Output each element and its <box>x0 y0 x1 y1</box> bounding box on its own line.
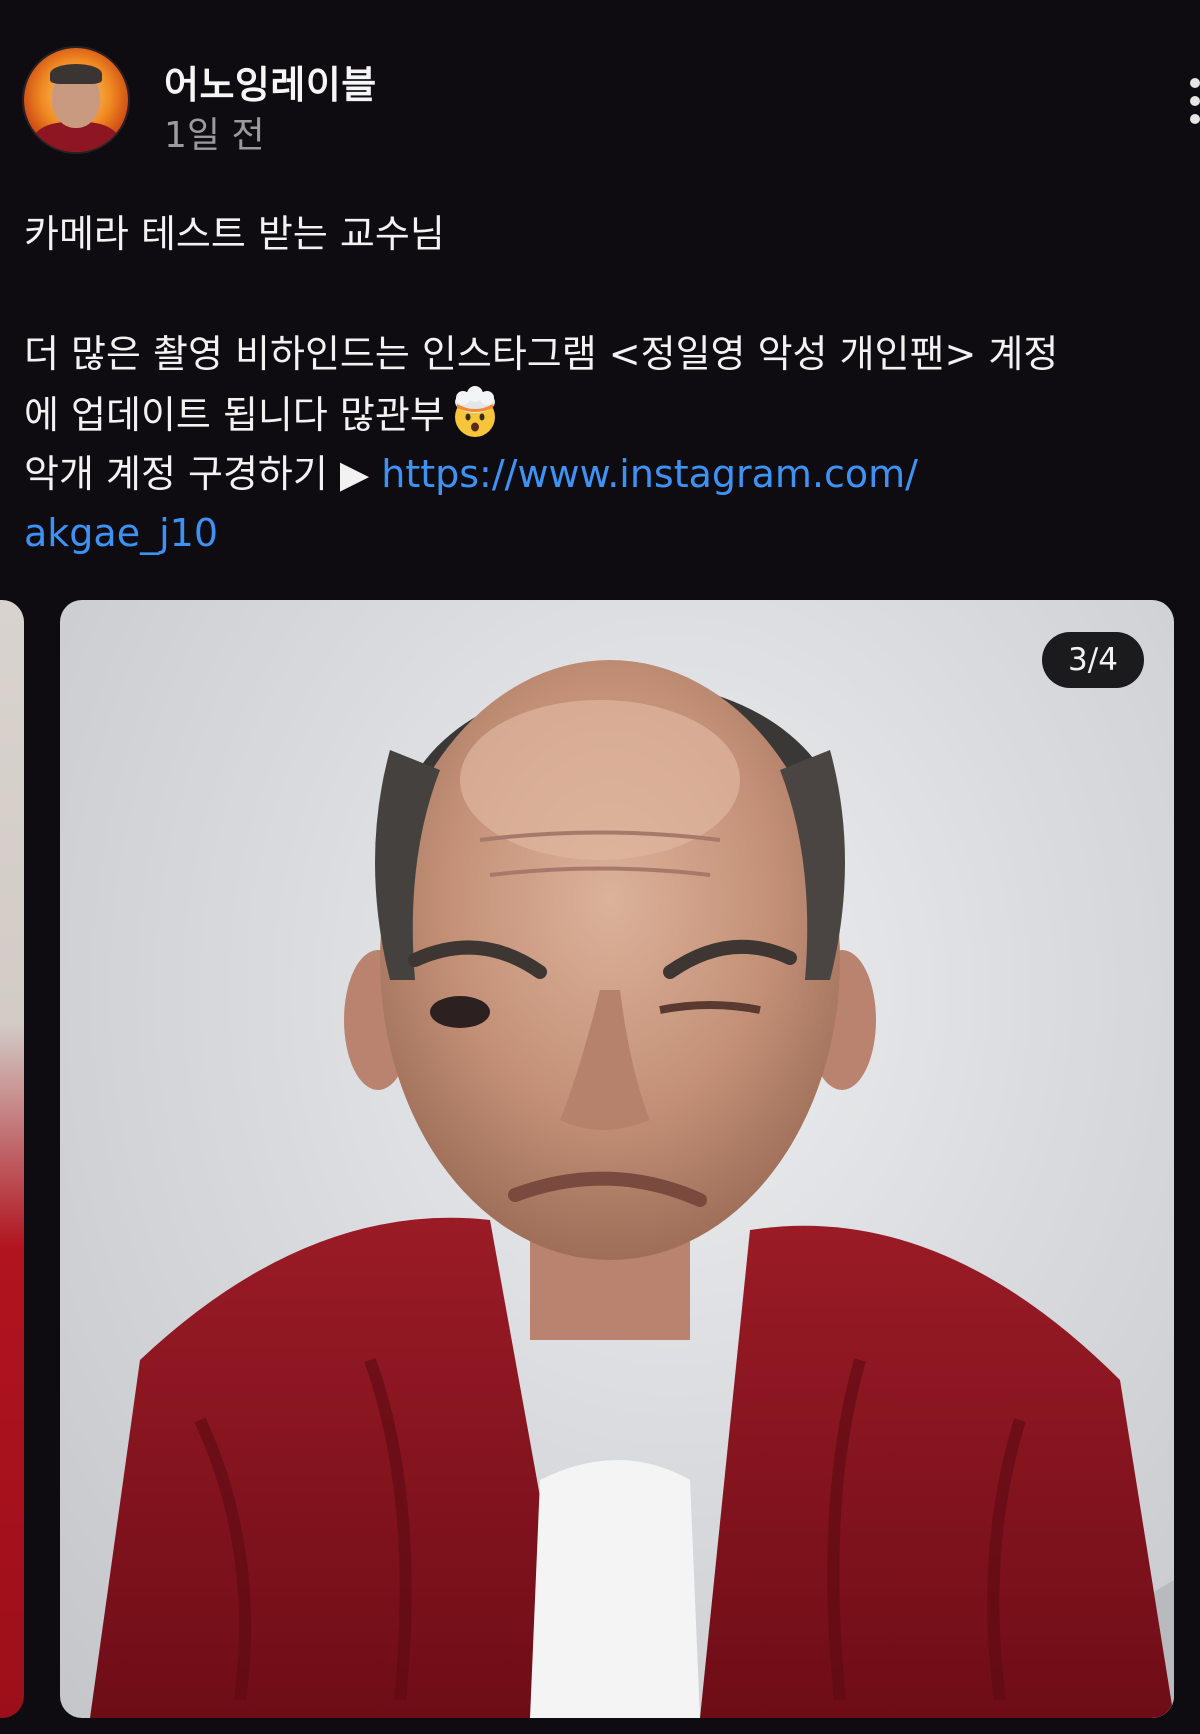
caption-text: 에 업데이트 됩니다 많관부 <box>24 393 445 437</box>
post-header: 어노잉레이블 1일 전 <box>24 48 1200 158</box>
current-slide-photo[interactable]: 3/4 <box>60 600 1174 1718</box>
instagram-link-continued[interactable]: akgae_j10 <box>24 511 218 555</box>
caption-text: 악개 계정 구경하기 ▶ <box>24 452 382 496</box>
instagram-link[interactable]: https://www.instagram.com/ <box>381 452 918 496</box>
post-timestamp: 1일 전 <box>164 115 265 156</box>
post-caption: 카메라 테스트 받는 교수님 더 많은 촬영 비하인드는 인스타그램 <정일영 … <box>24 205 1184 563</box>
more-vertical-icon[interactable] <box>1184 78 1200 128</box>
carousel-page-indicator: 3/4 <box>1042 632 1144 688</box>
caption-line: akgae_j10 <box>24 504 1184 563</box>
portrait-photo <box>90 660 1174 1718</box>
author-username[interactable]: 어노잉레이블 <box>164 54 377 109</box>
author-avatar[interactable] <box>24 48 128 152</box>
caption-line: 악개 계정 구경하기 ▶ https://www.instagram.com/ <box>24 445 1184 504</box>
exploding-head-emoji-icon <box>454 386 495 437</box>
caption-line: 에 업데이트 됩니다 많관부 <box>24 384 1184 445</box>
caption-line: 카메라 테스트 받는 교수님 <box>24 212 445 256</box>
previous-slide-peek[interactable] <box>0 600 24 1718</box>
image-carousel[interactable]: 3/4 <box>0 600 1200 1720</box>
caption-line: 더 많은 촬영 비하인드는 인스타그램 <정일영 악성 개인팬> 계정 <box>24 332 1059 376</box>
